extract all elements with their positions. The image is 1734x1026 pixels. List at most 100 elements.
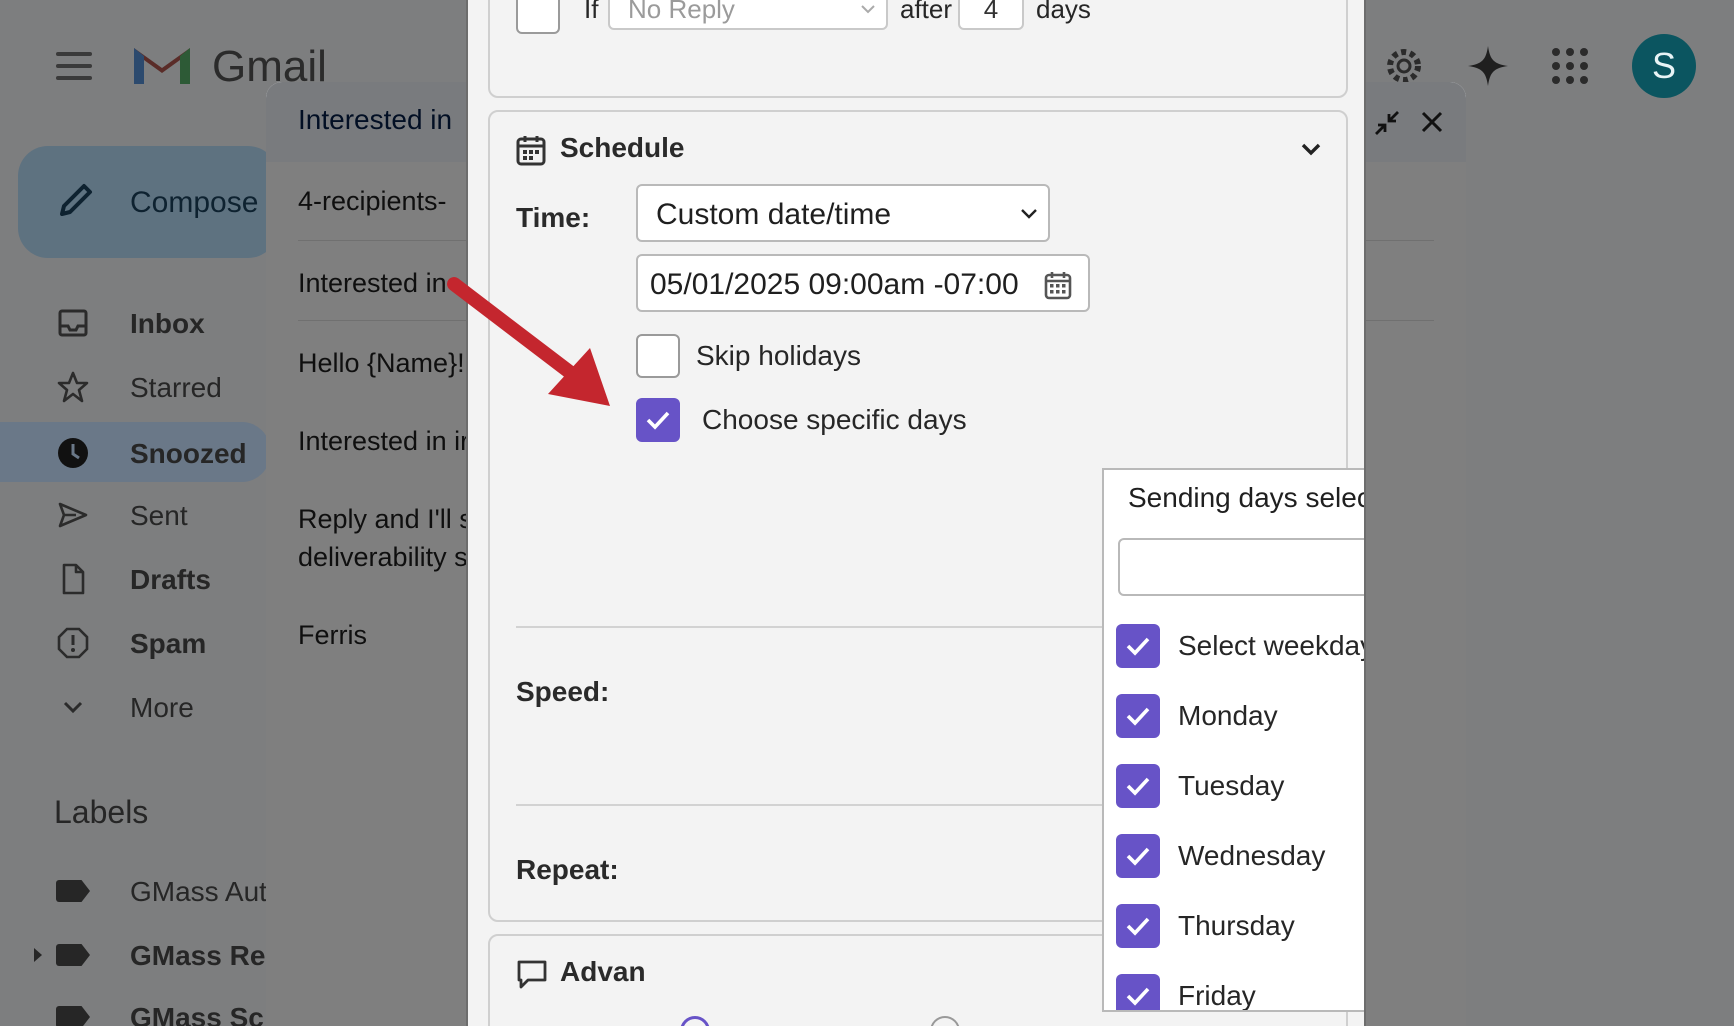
nav-label: Sent — [130, 500, 188, 531]
apps-grid-icon[interactable] — [1550, 46, 1590, 86]
followup-checkbox[interactable] — [516, 0, 560, 34]
chevron-down-icon — [861, 5, 875, 14]
day-option-thursday[interactable]: Thursday — [1116, 896, 1364, 956]
day-option-tuesday[interactable]: Tuesday — [1116, 756, 1364, 816]
gemini-sparkle-icon[interactable] — [1466, 44, 1510, 88]
days-search-input[interactable] — [1118, 538, 1364, 596]
day-checkbox[interactable] — [1116, 834, 1160, 878]
sending-days-dropdown[interactable]: Sending days selected (5) — [1102, 468, 1364, 526]
nav-sent[interactable]: Sent — [0, 486, 270, 542]
nav-more[interactable]: More — [0, 678, 270, 734]
pencil-icon — [60, 184, 92, 216]
day-label: Wednesday — [1178, 840, 1326, 871]
label-item[interactable]: GMass Re — [0, 930, 270, 980]
star-icon — [57, 371, 89, 403]
datetime-value: 05/01/2025 09:00am -07:00 — [650, 268, 1019, 301]
label-name: GMass Re — [130, 940, 266, 971]
gmail-logo-icon — [134, 48, 190, 84]
days-input[interactable]: 4 — [958, 0, 1024, 30]
compose-label: Compose — [130, 186, 259, 219]
if-text: If — [584, 0, 599, 24]
sending-days-list: Select weekdays only Monday Tuesday Wedn… — [1102, 524, 1364, 1012]
label-name: GMass Sc — [130, 1002, 264, 1026]
day-checkbox[interactable] — [1116, 974, 1160, 1010]
reply-select[interactable]: No Reply — [608, 0, 888, 30]
skip-holidays-checkbox[interactable] — [636, 334, 680, 378]
day-checkbox[interactable] — [1116, 764, 1160, 808]
clock-icon — [58, 438, 88, 468]
nav-inbox[interactable]: Inbox — [0, 294, 270, 350]
main-menu-icon[interactable] — [56, 52, 92, 80]
speed-label: Speed: — [516, 676, 610, 707]
day-label: Tuesday — [1178, 770, 1285, 801]
schedule-title: Schedule — [560, 132, 685, 163]
repeat-label: Repeat: — [516, 854, 619, 885]
day-option-weekdays[interactable]: Select weekdays only — [1116, 616, 1364, 676]
sending-days-summary: Sending days selected (5) — [1128, 482, 1364, 513]
checkmark-icon — [1126, 987, 1150, 1006]
checkmark-icon — [646, 411, 670, 430]
label-tag-icon — [56, 1006, 90, 1026]
nav-label: Spam — [130, 628, 207, 659]
advanced-title: Advan — [560, 956, 646, 987]
radio-button[interactable] — [680, 1016, 710, 1026]
chevron-down-icon — [1021, 209, 1037, 219]
day-option-wednesday[interactable]: Wednesday — [1116, 826, 1364, 886]
spam-icon — [57, 627, 89, 659]
send-icon — [58, 502, 88, 528]
nav-label: Starred — [130, 372, 222, 403]
nav-label: Drafts — [130, 564, 211, 595]
day-label: Monday — [1178, 700, 1278, 731]
day-label: Friday — [1178, 980, 1256, 1011]
days-search-field[interactable] — [1130, 550, 1364, 584]
checkmark-icon — [1126, 917, 1150, 936]
gmass-settings-panel: If No Reply after 4 days Schedule Time: … — [466, 0, 1366, 1026]
choose-days-checkbox[interactable] — [636, 398, 680, 442]
nav-drafts[interactable]: Drafts — [0, 550, 270, 606]
annotation-arrow-icon — [447, 277, 610, 406]
choose-days-label: Choose specific days — [702, 404, 967, 435]
label-tag-icon — [56, 944, 90, 966]
calendar-picker-icon[interactable] — [1044, 270, 1072, 300]
day-label: Thursday — [1178, 910, 1295, 941]
calendar-icon — [516, 136, 546, 166]
followup-card: If No Reply after 4 days — [488, 0, 1348, 98]
account-avatar[interactable]: S — [1632, 34, 1696, 98]
nav-label: More — [130, 692, 194, 723]
day-checkbox[interactable] — [1116, 694, 1160, 738]
compose-button[interactable]: Compose — [18, 146, 278, 258]
expand-arrow-icon[interactable] — [32, 946, 44, 964]
time-select[interactable]: Custom date/time — [636, 184, 1050, 242]
time-select-value: Custom date/time — [656, 198, 892, 231]
time-label: Time: — [516, 202, 591, 233]
label-item[interactable]: GMass Sc — [0, 992, 270, 1026]
chevron-down-icon — [63, 701, 83, 714]
checkmark-icon — [1126, 777, 1150, 796]
nav-label: Inbox — [130, 308, 205, 339]
draft-icon — [62, 563, 85, 595]
day-checkbox[interactable] — [1116, 624, 1160, 668]
chevron-down-icon[interactable] — [1300, 142, 1322, 156]
inbox-icon — [58, 309, 88, 337]
nav-spam[interactable]: Spam — [0, 614, 270, 670]
labels-heading: Labels — [54, 794, 149, 830]
day-option-monday[interactable]: Monday — [1116, 686, 1364, 746]
nav-label: Snoozed — [130, 438, 247, 469]
checkmark-icon — [1126, 847, 1150, 866]
day-option-friday[interactable]: Friday — [1116, 966, 1364, 1011]
label-tag-icon — [56, 880, 90, 902]
day-checkbox[interactable] — [1116, 904, 1160, 948]
reply-select-value: No Reply — [628, 0, 735, 24]
after-text: after — [900, 0, 953, 24]
comment-icon — [517, 960, 547, 989]
datetime-input[interactable]: 05/01/2025 09:00am -07:00 — [636, 254, 1090, 312]
checkmark-icon — [1126, 637, 1150, 656]
radio-button[interactable] — [930, 1016, 960, 1026]
label-name: GMass Aut — [130, 876, 267, 907]
nav-snoozed[interactable]: Snoozed — [0, 422, 270, 482]
day-label: Select weekdays only — [1178, 630, 1364, 661]
nav-starred[interactable]: Starred — [0, 358, 270, 414]
days-text: days — [1036, 0, 1091, 24]
checkmark-icon — [1126, 707, 1150, 726]
label-item[interactable]: GMass Aut — [0, 866, 270, 916]
